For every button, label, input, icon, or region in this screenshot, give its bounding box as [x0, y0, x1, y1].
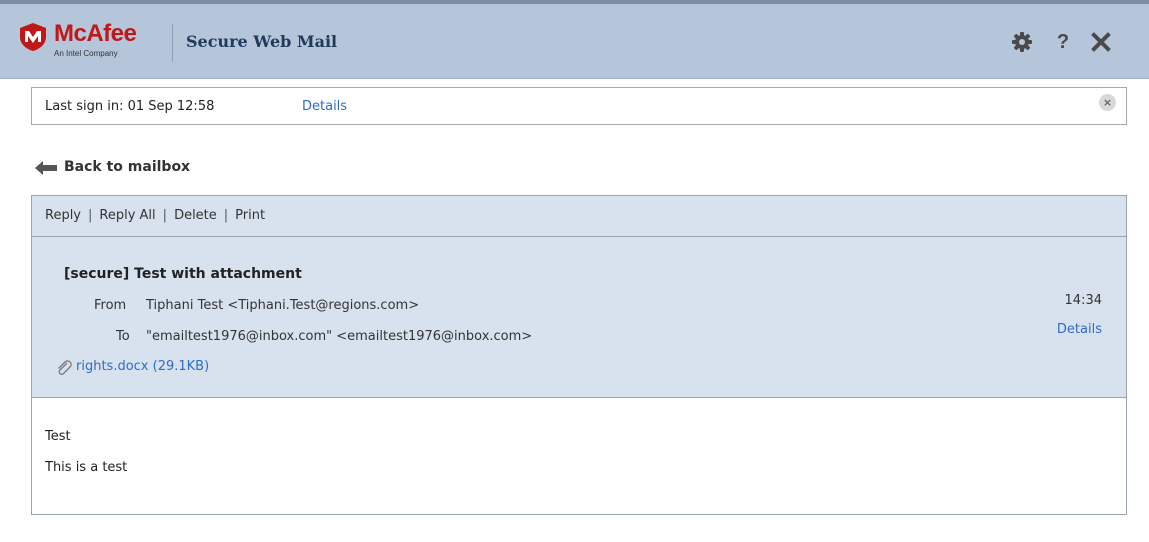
- gear-icon[interactable]: [1012, 32, 1032, 52]
- reply-all-button[interactable]: Reply All: [99, 208, 155, 223]
- body-line: Test: [45, 429, 71, 444]
- back-to-mailbox-label: Back to mailbox: [64, 159, 191, 175]
- toolbar-separator: |: [88, 208, 93, 223]
- attachment-name: rights.docx (29.1KB): [76, 359, 210, 374]
- to-value: "emailtest1976@inbox.com" <emailtest1976…: [146, 329, 533, 344]
- toolbar-separator: |: [162, 208, 168, 223]
- message-header: [secure] Test with attachment From Tipha…: [32, 237, 1126, 398]
- message-details-link[interactable]: Details: [1057, 322, 1102, 337]
- mcafee-logo: McAfee An Intel Company: [18, 20, 158, 60]
- toolbar-separator: |: [223, 208, 229, 223]
- delete-button[interactable]: Delete: [174, 208, 217, 223]
- from-label: From: [94, 298, 127, 313]
- message-toolbar: Reply | Reply All | Delete | Print: [32, 196, 1126, 237]
- help-icon[interactable]: ?: [1053, 32, 1073, 52]
- brand-name: McAfee: [54, 20, 137, 47]
- header-divider: [172, 24, 173, 62]
- brand-subtitle: An Intel Company: [54, 49, 118, 58]
- to-label: To: [116, 329, 130, 344]
- signin-details-link[interactable]: Details: [302, 99, 347, 114]
- last-signin-bar: Last sign in: 01 Sep 12:58 Details ×: [31, 87, 1127, 125]
- from-value: Tiphani Test <Tiphani.Test@regions.com>: [146, 298, 420, 313]
- reply-button[interactable]: Reply: [45, 208, 81, 223]
- print-button[interactable]: Print: [235, 208, 265, 223]
- dismiss-icon[interactable]: ×: [1099, 94, 1116, 111]
- app-header: McAfee An Intel Company Secure Web Mail …: [0, 4, 1149, 79]
- paperclip-icon: [58, 360, 72, 375]
- message-subject: [secure] Test with attachment: [64, 266, 302, 282]
- mcafee-shield-icon: [20, 23, 46, 51]
- body-line: This is a test: [45, 460, 128, 475]
- back-arrow-icon: [35, 161, 57, 175]
- last-signin-text: Last sign in: 01 Sep 12:58: [45, 99, 215, 114]
- app-title: Secure Web Mail: [186, 32, 338, 51]
- message-time: 14:34: [1064, 293, 1102, 308]
- close-icon[interactable]: [1091, 32, 1111, 52]
- message-panel: Reply | Reply All | Delete | Print [secure] Te…: [31, 195, 1127, 515]
